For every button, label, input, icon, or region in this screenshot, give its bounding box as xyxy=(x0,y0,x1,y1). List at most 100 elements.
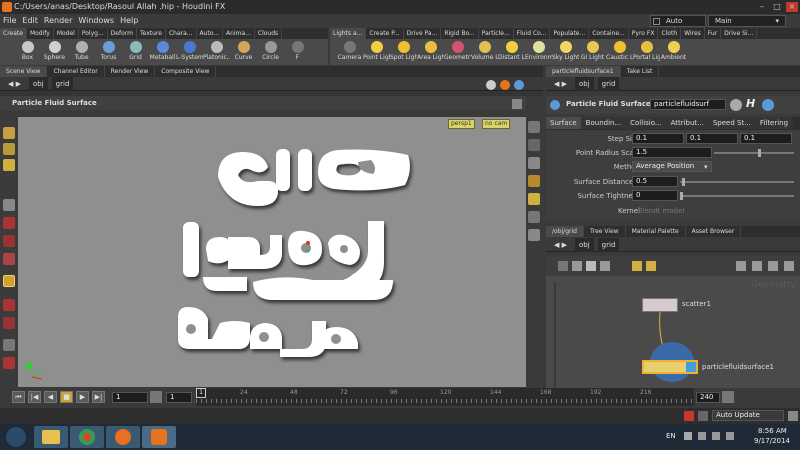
shelf-tab-polygon[interactable]: Polyg... xyxy=(79,28,108,39)
light-tool-icon[interactable] xyxy=(3,299,15,311)
transform-tool-icon[interactable] xyxy=(3,217,15,229)
path-obj[interactable]: obj xyxy=(29,77,48,91)
shelf-tab-lights[interactable]: Lights a... xyxy=(330,28,367,39)
shelf-tool-f[interactable]: F xyxy=(284,39,311,65)
current-frame-field[interactable]: 1 xyxy=(112,392,148,403)
tab-filtering[interactable]: Filtering xyxy=(755,117,794,129)
network-icon[interactable] xyxy=(712,432,720,440)
tab-composite-view[interactable]: Composite View xyxy=(155,66,217,77)
home-icon[interactable] xyxy=(486,80,496,90)
tab-surface[interactable]: Surface xyxy=(546,117,582,129)
list-view-icon[interactable] xyxy=(586,261,596,271)
taskbar-chrome[interactable] xyxy=(70,426,104,448)
tab-network-obj-grid[interactable]: /obj/grid xyxy=(546,226,584,237)
info-icon[interactable] xyxy=(762,99,774,111)
display-tool-icon[interactable] xyxy=(3,339,15,351)
network-help-icon[interactable] xyxy=(784,261,794,271)
path-node-grid[interactable]: grid xyxy=(597,238,620,252)
thumbnail-icon[interactable] xyxy=(600,261,610,271)
shelf-tool-portal-light[interactable]: Portal Light xyxy=(633,39,660,65)
shelf-tool-point-light[interactable]: Point Light xyxy=(363,39,390,65)
pin-icon[interactable] xyxy=(512,99,522,109)
cook-icon[interactable] xyxy=(698,411,708,421)
path-obj[interactable]: obj xyxy=(575,238,594,252)
shelf-tab-pyro[interactable]: Pyro FX xyxy=(629,28,659,39)
tab-render-view[interactable]: Render View xyxy=(105,66,156,77)
tab-bounding[interactable]: Boundin... xyxy=(581,117,627,129)
shelf-tab-particle[interactable]: Particle... xyxy=(479,28,514,39)
clock-time[interactable]: 8:56 AM xyxy=(758,427,787,435)
shelf-tab-texture[interactable]: Texture xyxy=(137,28,166,39)
kernel-select[interactable]: Elendt model xyxy=(638,205,684,217)
rotate-tool-icon[interactable] xyxy=(3,235,15,247)
light-bulb-icon[interactable] xyxy=(528,193,540,205)
start-button[interactable] xyxy=(6,427,26,447)
shelf-tab-model[interactable]: Model xyxy=(54,28,79,39)
shelf-tool-sphere[interactable]: Sphere xyxy=(41,39,68,65)
clock-date[interactable]: 9/17/2014 xyxy=(754,437,790,445)
taskbar-explorer[interactable] xyxy=(34,426,68,448)
menu-help[interactable]: Help xyxy=(117,14,141,28)
lighting-icon[interactable] xyxy=(528,175,540,187)
slider-handle[interactable] xyxy=(758,149,761,157)
shelf-tab-character[interactable]: Chara... xyxy=(166,28,197,39)
note-icon[interactable] xyxy=(632,261,642,271)
tray-up-icon[interactable] xyxy=(684,432,692,440)
tab-channel-editor[interactable]: Channel Editor xyxy=(47,66,105,77)
shelf-tab-modify[interactable]: Modify xyxy=(27,28,54,39)
menu-windows[interactable]: Windows xyxy=(75,14,117,28)
point-radius-slider[interactable] xyxy=(714,152,794,154)
volume-icon[interactable] xyxy=(726,432,734,440)
shelf-tool-curve[interactable]: Curve xyxy=(230,39,257,65)
method-select[interactable]: Average Position xyxy=(632,161,712,172)
shelf-tab-populate[interactable]: Populate... xyxy=(550,28,590,39)
shelf-tool-box[interactable]: Box xyxy=(14,39,41,65)
time-slider[interactable]: 1 24 48 72 96 120 144 168 192 216 xyxy=(196,388,694,406)
tab-tree-view[interactable]: Tree View xyxy=(584,226,626,237)
back-arrow-icon[interactable]: ◀ ▶ xyxy=(550,238,571,252)
zoom-icon[interactable] xyxy=(736,261,746,271)
shelf-tool-circle[interactable]: Circle xyxy=(257,39,284,65)
slider-handle[interactable] xyxy=(682,178,685,186)
tab-attributes[interactable]: Attribut... xyxy=(666,117,709,129)
stop-button[interactable]: ■ xyxy=(60,391,73,403)
close-button[interactable]: × xyxy=(786,2,798,12)
shelf-tab-create[interactable]: Create xyxy=(0,28,27,39)
back-arrow-icon[interactable]: ◀ ▶ xyxy=(550,77,571,91)
error-icon[interactable] xyxy=(684,411,694,421)
shelf-tab-create-particles[interactable]: Create P... xyxy=(366,28,404,39)
end-frame-field[interactable]: 240 xyxy=(696,392,720,403)
minimize-button[interactable]: – xyxy=(756,2,768,12)
taskbar-firefox[interactable] xyxy=(106,426,140,448)
shelf-tab-rigid-bodies[interactable]: Rigid Bo... xyxy=(441,28,479,39)
shelf-tool-platonic[interactable]: Platonic... xyxy=(203,39,230,65)
render-tool-icon[interactable] xyxy=(3,357,15,369)
slider-handle[interactable] xyxy=(680,192,683,200)
sticky-icon[interactable] xyxy=(646,261,656,271)
handle-tool-icon[interactable] xyxy=(3,159,15,171)
camera-icon[interactable] xyxy=(528,211,540,223)
path-node-grid[interactable]: grid xyxy=(597,77,620,91)
tab-take-list[interactable]: Take List xyxy=(621,66,660,77)
shelf-tab-drive-particles[interactable]: Drive Pa... xyxy=(404,28,442,39)
shelf-tool-gi-light[interactable]: GI Light xyxy=(579,39,606,65)
jump-start-button[interactable]: ⏮ xyxy=(12,391,25,403)
path-node-grid[interactable]: grid xyxy=(51,77,74,91)
shelf-tool-caustic-li[interactable]: Caustic Li... xyxy=(606,39,633,65)
step-size-y-field[interactable]: 0.1 xyxy=(686,133,738,144)
frame-icon[interactable] xyxy=(752,261,762,271)
frame-marker[interactable]: 1 xyxy=(196,388,206,398)
shelf-tool-grid[interactable]: Grid xyxy=(122,39,149,65)
surface-tightness-field[interactable]: 0 xyxy=(632,190,678,201)
shelf-tool-environm[interactable]: Environm... xyxy=(525,39,552,65)
shelf-tab-drive-sim[interactable]: Drive Si... xyxy=(721,28,758,39)
network-options-icon[interactable] xyxy=(768,261,778,271)
shelf-tool-tube[interactable]: Tube xyxy=(68,39,95,65)
shelf-tool-camera[interactable]: Camera xyxy=(336,39,363,65)
shelf-tool-l-system[interactable]: L-System xyxy=(176,39,203,65)
select-tool-icon[interactable] xyxy=(3,127,15,139)
grid-icon[interactable] xyxy=(528,229,540,241)
shelf-tool-geometry[interactable]: Geometry... xyxy=(444,39,471,65)
step-size-x-field[interactable]: 0.1 xyxy=(632,133,684,144)
desktop-select[interactable]: Main ▾ xyxy=(708,15,786,27)
